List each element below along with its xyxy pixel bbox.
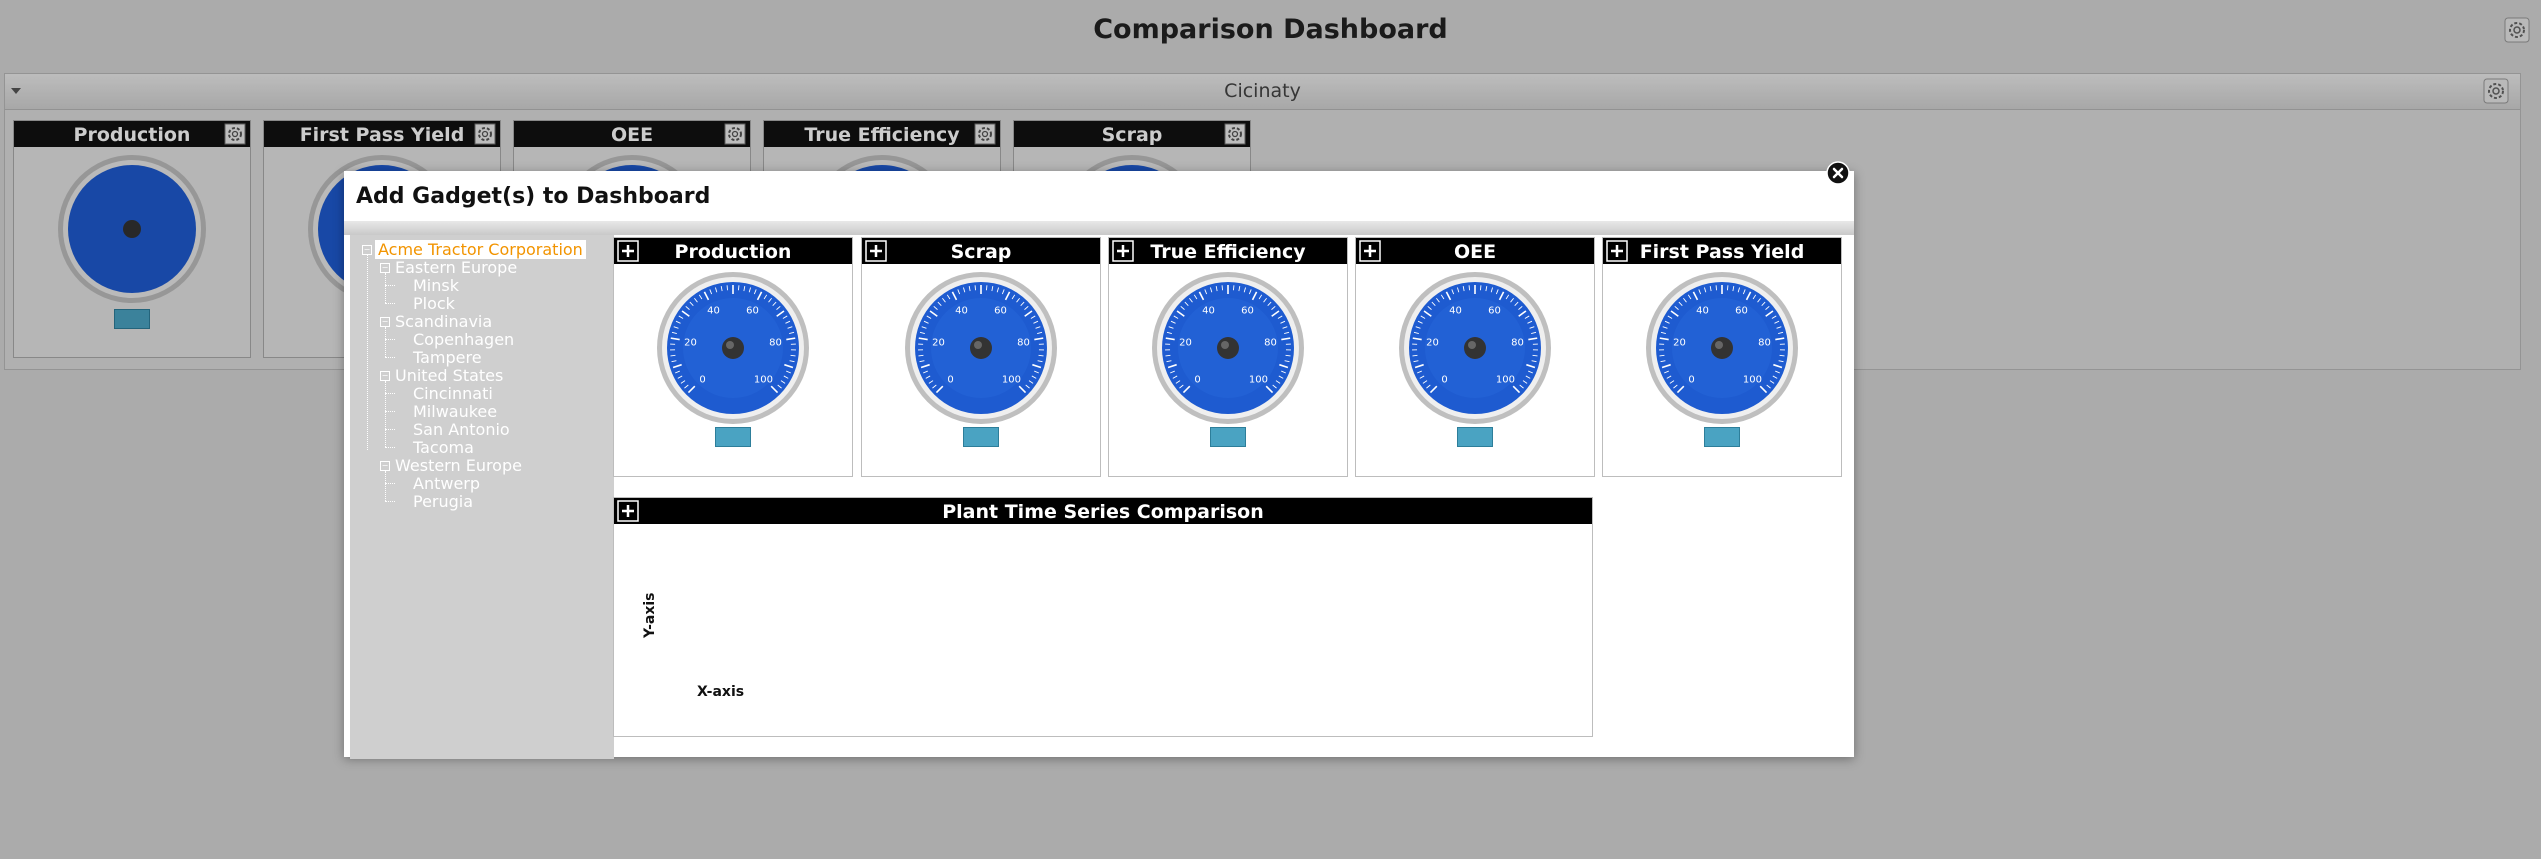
tree-collapse-toggle[interactable]: − bbox=[380, 461, 390, 471]
gauge-tick-label: 60 bbox=[1735, 306, 1748, 317]
gauge-tick-label: 0 bbox=[1441, 374, 1447, 385]
tree-node-plant[interactable]: Milwaukee bbox=[413, 402, 497, 421]
close-icon[interactable] bbox=[1826, 161, 1850, 185]
tree-node-plant[interactable]: Copenhagen bbox=[413, 330, 514, 349]
tree-node-plant[interactable]: Minsk bbox=[413, 276, 459, 295]
gauge-tick-label: 20 bbox=[1673, 337, 1686, 348]
y-axis-label: Y-axis bbox=[642, 592, 658, 639]
gauge-tick-label: 80 bbox=[1511, 337, 1524, 348]
gauge-tick-label: 20 bbox=[932, 337, 945, 348]
gauge-tick-label: 40 bbox=[955, 306, 968, 317]
gauge-tick-label: 80 bbox=[769, 337, 782, 348]
tree-node-plant[interactable]: Antwerp bbox=[413, 474, 480, 493]
tree-node-group[interactable]: United States bbox=[395, 366, 503, 385]
gauge-tick-label: 0 bbox=[1688, 374, 1694, 385]
gauge-tick-label: 40 bbox=[707, 306, 720, 317]
gauge-tick-label: 80 bbox=[1264, 337, 1277, 348]
gauge-tick-label: 20 bbox=[1426, 337, 1439, 348]
gauge-tick-label: 100 bbox=[1496, 374, 1515, 385]
gauge-tick-label: 100 bbox=[754, 374, 773, 385]
gauge: 0 20 40 60 80 100 bbox=[1646, 272, 1798, 424]
gadget-card-oee: OEE 0 20 40 60 80 100 bbox=[1355, 237, 1595, 477]
tree-node-plant[interactable]: Tacoma bbox=[413, 438, 474, 457]
gauge-tick-label: 20 bbox=[1179, 337, 1192, 348]
gauge-tick-label: 60 bbox=[994, 306, 1007, 317]
tree-node-group[interactable]: Eastern Europe bbox=[395, 258, 517, 277]
gadget-title: OEE bbox=[1453, 241, 1497, 263]
gadget-title: True Efficiency bbox=[1150, 241, 1306, 263]
gauge: 0 20 40 60 80 100 bbox=[1399, 272, 1551, 424]
tree-node-plant[interactable]: Perugia bbox=[413, 492, 473, 511]
gadget-card-time-series: Plant Time Series Comparison Y-axis X-ax… bbox=[613, 497, 1593, 737]
gauge-tick-label: 60 bbox=[746, 306, 759, 317]
gauge-tick-label: 80 bbox=[1017, 337, 1030, 348]
gauge: 0 20 40 60 80 100 bbox=[1152, 272, 1304, 424]
gadget-card-first-pass-yield: First Pass Yield 0 20 40 60 80 100 bbox=[1602, 237, 1842, 477]
dialog-separator bbox=[344, 221, 1854, 235]
gauge: 0 20 40 60 80 100 bbox=[657, 272, 809, 424]
gauge-readout bbox=[1704, 427, 1740, 447]
gadget-title: Scrap bbox=[950, 241, 1012, 263]
gadget-title: Production bbox=[674, 241, 792, 263]
add-gadget-dialog: Add Gadget(s) to Dashboard − Acme Tracto… bbox=[344, 161, 1854, 759]
gadget-title: First Pass Yield bbox=[1639, 241, 1805, 263]
tree-node-root[interactable]: Acme Tractor Corporation bbox=[375, 240, 586, 259]
gadget-card-production: Production 0 20 40 60 80 100 bbox=[613, 237, 853, 477]
tree-collapse-toggle[interactable]: − bbox=[380, 263, 390, 273]
gauge-readout bbox=[963, 427, 999, 447]
tree-node-plant[interactable]: Plock bbox=[413, 294, 455, 313]
gauge-tick-label: 80 bbox=[1758, 337, 1771, 348]
tree-node-plant[interactable]: Tampere bbox=[413, 348, 482, 367]
tree-collapse-toggle[interactable]: − bbox=[380, 317, 390, 327]
tree-node-group[interactable]: Western Europe bbox=[395, 456, 522, 475]
tree-collapse-toggle[interactable]: − bbox=[362, 245, 372, 255]
gauge-readout bbox=[1457, 427, 1493, 447]
plant-tree: − Acme Tractor Corporation − Eastern Eur… bbox=[350, 235, 614, 759]
gauge-tick-label: 40 bbox=[1696, 306, 1709, 317]
gauge-tick-label: 60 bbox=[1488, 306, 1501, 317]
gauge-tick-label: 100 bbox=[1249, 374, 1268, 385]
gauge-readout bbox=[1210, 427, 1246, 447]
gauge-tick-label: 20 bbox=[684, 337, 697, 348]
gauge: 0 20 40 60 80 100 bbox=[905, 272, 1057, 424]
tree-collapse-toggle[interactable]: − bbox=[380, 371, 390, 381]
gauge-tick-label: 60 bbox=[1241, 306, 1254, 317]
gauge-tick-label: 100 bbox=[1743, 374, 1762, 385]
gauge-tick-label: 0 bbox=[699, 374, 705, 385]
tree-node-group[interactable]: Scandinavia bbox=[395, 312, 492, 331]
gadget-card-scrap: Scrap 0 20 40 60 80 100 bbox=[861, 237, 1101, 477]
dialog-title: Add Gadget(s) to Dashboard bbox=[356, 184, 711, 209]
x-axis-label: X-axis bbox=[697, 684, 745, 700]
gauge-readout bbox=[715, 427, 751, 447]
gauge-tick-label: 0 bbox=[1194, 374, 1200, 385]
gadget-card-true-efficiency: True Efficiency 0 20 40 60 80 100 bbox=[1108, 237, 1348, 477]
gauge-tick-label: 40 bbox=[1202, 306, 1215, 317]
gadget-title: Plant Time Series Comparison bbox=[942, 501, 1264, 523]
gauge-tick-label: 40 bbox=[1449, 306, 1462, 317]
gauge-tick-label: 100 bbox=[1002, 374, 1021, 385]
tree-node-plant[interactable]: Cincinnati bbox=[413, 384, 493, 403]
tree-node-plant[interactable]: San Antonio bbox=[413, 420, 510, 439]
gauge-tick-label: 0 bbox=[947, 374, 953, 385]
